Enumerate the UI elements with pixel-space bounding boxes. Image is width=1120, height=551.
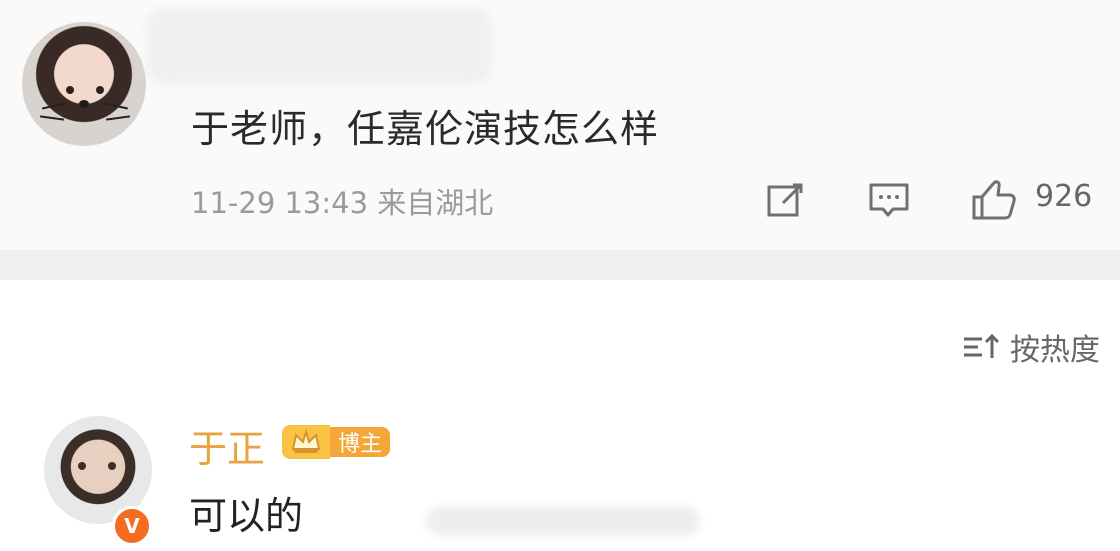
badge-label: 博主: [330, 427, 391, 457]
avatar-eye: [66, 86, 74, 94]
avatar-whisker: [105, 115, 131, 121]
verified-v-icon: V: [112, 506, 152, 546]
avatar-whisker: [39, 115, 65, 121]
avatar-whisker: [42, 102, 66, 110]
blurred-reply-extra: [426, 506, 700, 536]
section-divider: [0, 250, 1120, 280]
reply-author-name[interactable]: 于正: [189, 418, 265, 473]
avatar-eye: [96, 86, 104, 94]
blogger-badge: 博主: [282, 425, 391, 459]
reply-content: 可以的: [189, 494, 304, 538]
weibo-post: 于老师，任嘉伦演技怎么样 11-29 13:43 来自湖北 926: [0, 0, 1120, 250]
avatar-eye: [78, 462, 86, 470]
sort-control[interactable]: 按热度: [962, 325, 1100, 369]
sort-icon: [964, 333, 1000, 358]
share-icon[interactable]: [763, 177, 811, 223]
avatar-nose: [79, 100, 89, 108]
avatar-whisker: [104, 102, 128, 110]
post-meta: 11-29 13:43 来自湖北: [191, 186, 494, 220]
blurred-author-name: [146, 8, 492, 84]
like-count: 926: [1035, 179, 1093, 214]
like-icon[interactable]: [969, 177, 1017, 223]
sort-label: 按热度: [1010, 333, 1100, 368]
post-content: 于老师，任嘉伦演技怎么样: [191, 107, 660, 151]
comment-icon[interactable]: [865, 177, 913, 223]
post-author-avatar[interactable]: [22, 22, 146, 146]
avatar-eye: [108, 462, 116, 470]
crown-icon: [282, 425, 330, 459]
